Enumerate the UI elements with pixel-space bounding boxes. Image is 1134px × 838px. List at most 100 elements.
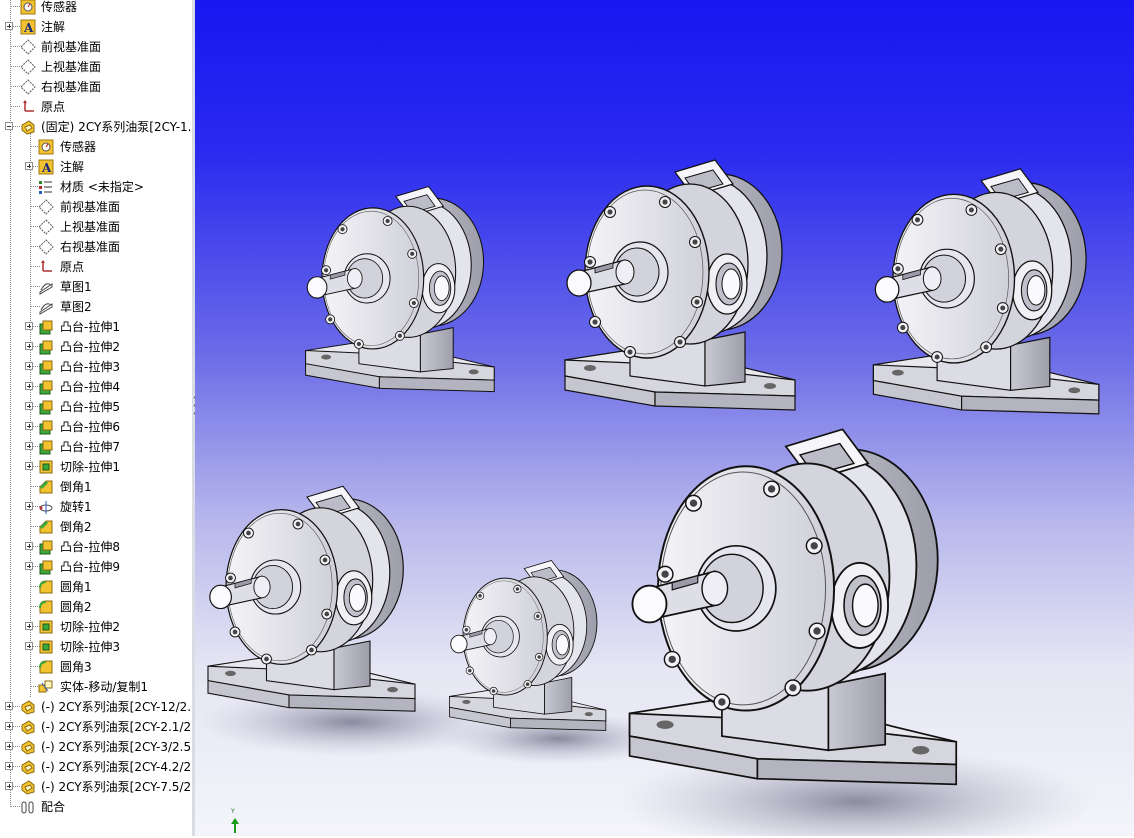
tree-item[interactable]: 圆角2 — [0, 597, 192, 617]
tree-item[interactable]: 前视基准面 — [0, 37, 192, 57]
expand-plus-icon[interactable] — [5, 722, 13, 730]
part-icon — [20, 739, 36, 755]
plane-icon — [38, 239, 54, 255]
tree-item[interactable]: 前视基准面 — [0, 197, 192, 217]
tree-item-label: 凸台-拉伸1 — [60, 320, 120, 334]
expand-plus-icon[interactable] — [25, 162, 33, 170]
extrude-icon — [38, 439, 54, 455]
expand-plus-icon[interactable] — [25, 442, 33, 450]
tree-item[interactable]: (固定) 2CY系列油泵[2CY-1.0 — [0, 117, 192, 137]
expand-plus-icon[interactable] — [25, 402, 33, 410]
tree-item[interactable]: 圆角1 — [0, 577, 192, 597]
tree-item-label: 旋转1 — [60, 500, 92, 514]
expand-plus-icon[interactable] — [25, 462, 33, 470]
tree-item[interactable]: 配合 — [0, 797, 192, 817]
tree-item[interactable]: 原点 — [0, 257, 192, 277]
tree-connector — [10, 106, 20, 107]
expand-plus-icon[interactable] — [25, 642, 33, 650]
tree-item[interactable]: A 注解 — [0, 157, 192, 177]
sketch-icon — [38, 299, 54, 315]
tree-item[interactable]: 原点 — [0, 97, 192, 117]
tree-item[interactable]: 草图1 — [0, 277, 192, 297]
chamfer-icon — [38, 519, 54, 535]
tree-item-label: 前视基准面 — [41, 40, 102, 54]
expand-plus-icon[interactable] — [25, 562, 33, 570]
tree-item[interactable]: 传感器 — [0, 0, 192, 17]
tree-item[interactable]: 圆角3 — [0, 657, 192, 677]
extrude-icon — [38, 399, 54, 415]
annotation-icon: A — [20, 19, 36, 35]
expand-plus-icon[interactable] — [25, 422, 33, 430]
gear-pump-model-2[interactable] — [564, 159, 796, 411]
tree-item[interactable]: 凸台-拉伸3 — [0, 357, 192, 377]
gear-pump-model-1[interactable] — [305, 185, 495, 393]
gear-pump-model-3[interactable] — [872, 168, 1100, 415]
tree-item[interactable]: 倒角2 — [0, 517, 192, 537]
tree-item[interactable]: 凸台-拉伸9 — [0, 557, 192, 577]
tree-item[interactable]: 倒角1 — [0, 477, 192, 497]
tree-item-label: 注解 — [41, 20, 66, 34]
tree-item-label: 凸台-拉伸2 — [60, 340, 120, 354]
expand-plus-icon[interactable] — [5, 702, 13, 710]
tree-item[interactable]: 实体-移动/复制1 — [0, 677, 192, 697]
expand-plus-icon[interactable] — [5, 762, 13, 770]
feature-manager-tree[interactable]: 传感器 A 注解 前视基准面 上视基准面 右视基准面 原点 (固定) 2CY系列油泵[2CY-… — [0, 0, 193, 836]
expand-plus-icon[interactable] — [25, 542, 33, 550]
tree-item[interactable]: 切除-拉伸2 — [0, 617, 192, 637]
tree-item[interactable]: 凸台-拉伸2 — [0, 337, 192, 357]
tree-item-label: 切除-拉伸1 — [60, 460, 120, 474]
part-icon — [20, 779, 36, 795]
move-body-icon — [38, 679, 54, 695]
tree-item[interactable]: 右视基准面 — [0, 77, 192, 97]
expand-plus-icon[interactable] — [25, 382, 33, 390]
mates-icon — [20, 799, 36, 815]
tree-item[interactable]: 传感器 — [0, 137, 192, 157]
tree-item[interactable]: (-) 2CY系列油泵[2CY-4.2/2 — [0, 757, 192, 777]
tree-item-label: 凸台-拉伸6 — [60, 420, 120, 434]
tree-item[interactable]: 右视基准面 — [0, 237, 192, 257]
tree-item[interactable]: 凸台-拉伸4 — [0, 377, 192, 397]
tree-item[interactable]: 草图2 — [0, 297, 192, 317]
expand-plus-icon[interactable] — [25, 362, 33, 370]
tree-item[interactable]: A 注解 — [0, 17, 192, 37]
sensor-icon — [38, 139, 54, 155]
expand-plus-icon[interactable] — [5, 22, 13, 30]
tree-item-label: 凸台-拉伸8 — [60, 540, 120, 554]
tree-item[interactable]: 凸台-拉伸6 — [0, 417, 192, 437]
tree-item[interactable]: 上视基准面 — [0, 57, 192, 77]
tree-item[interactable]: (-) 2CY系列油泵[2CY-2.1/2 — [0, 717, 192, 737]
expand-plus-icon[interactable] — [25, 342, 33, 350]
triad-y-label: Y — [231, 808, 235, 815]
tree-item[interactable]: 切除-拉伸3 — [0, 637, 192, 657]
cut-icon — [38, 639, 54, 655]
collapse-minus-icon[interactable] — [5, 122, 13, 130]
tree-item-label: 草图2 — [60, 300, 92, 314]
expand-plus-icon[interactable] — [25, 622, 33, 630]
expand-plus-icon[interactable] — [25, 502, 33, 510]
tree-item[interactable]: (-) 2CY系列油泵[2CY-3/2.5 — [0, 737, 192, 757]
tree-item-label: (-) 2CY系列油泵[2CY-4.2/2 — [41, 760, 192, 774]
tree-item[interactable]: (-) 2CY系列油泵[2CY-12/2. — [0, 697, 192, 717]
tree-item[interactable]: 凸台-拉伸5 — [0, 397, 192, 417]
tree-item[interactable]: 上视基准面 — [0, 217, 192, 237]
graphics-viewport[interactable] — [195, 0, 1134, 836]
tree-item-label: 传感器 — [60, 140, 97, 154]
gear-pump-model-6[interactable] — [615, 428, 1099, 836]
tree-item-label: (-) 2CY系列油泵[2CY-3/2.5 — [41, 740, 192, 754]
tree-item[interactable]: 材质 <未指定> — [0, 177, 192, 197]
tree-item[interactable]: 凸台-拉伸7 — [0, 437, 192, 457]
tree-item[interactable]: 旋转1 — [0, 497, 192, 517]
tree-item[interactable]: 凸台-拉伸1 — [0, 317, 192, 337]
tree-item-label: (-) 2CY系列油泵[2CY-7.5/2 — [41, 780, 192, 794]
tree-item[interactable]: (-) 2CY系列油泵[2CY-7.5/2 — [0, 777, 192, 797]
tree-item-label: 倒角1 — [60, 480, 92, 494]
plane-icon — [20, 39, 36, 55]
tree-item-label: 前视基准面 — [60, 200, 121, 214]
tree-item[interactable]: 凸台-拉伸8 — [0, 537, 192, 557]
tree-item[interactable]: 切除-拉伸1 — [0, 457, 192, 477]
expand-plus-icon[interactable] — [25, 322, 33, 330]
expand-plus-icon[interactable] — [5, 742, 13, 750]
expand-plus-icon[interactable] — [5, 782, 13, 790]
model-scene[interactable] — [195, 0, 1134, 836]
tree-item-label: 右视基准面 — [41, 80, 102, 94]
